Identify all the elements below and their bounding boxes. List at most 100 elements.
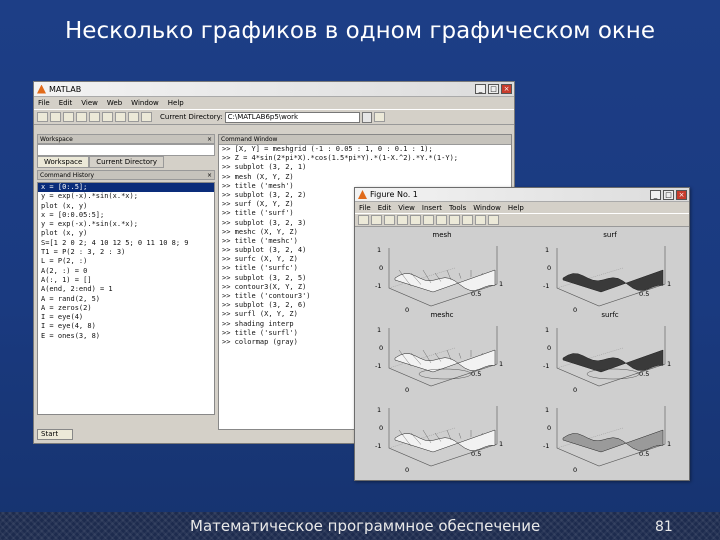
open-icon[interactable] <box>371 215 382 225</box>
subplot-2[interactable]: surf 1 0 -1 0 0.5 1 <box>543 231 677 314</box>
minimize-icon[interactable]: _ <box>650 189 661 200</box>
history-item[interactable]: y = exp(-x).*sin(x.*x); <box>38 192 214 201</box>
history-item[interactable]: A(2, :) = 0 <box>38 267 214 276</box>
close-icon[interactable]: × <box>676 189 687 200</box>
tick-label: 1 <box>377 326 381 334</box>
close-icon[interactable]: × <box>501 84 512 94</box>
surface-plot: 1 0 -1 0 0.5 1 <box>375 406 503 474</box>
figure-menu-file[interactable]: File <box>359 204 371 212</box>
tick-label: 1 <box>499 440 503 448</box>
history-item[interactable]: x = [0:0.05:5]; <box>38 211 214 220</box>
figure-menu-help[interactable]: Help <box>508 204 524 212</box>
select-arrow-icon[interactable] <box>410 215 421 225</box>
current-directory-input[interactable]: C:\MATLAB6p5\work <box>224 111 360 123</box>
figure-menu-view[interactable]: View <box>398 204 415 212</box>
history-item[interactable]: S=[1 2 0 2; 4 10 12 5; 0 11 10 8; 9 <box>38 239 214 248</box>
command-history-header: Command History × <box>37 170 215 180</box>
tick-label: 1 <box>377 246 381 254</box>
menu-help[interactable]: Help <box>168 99 184 107</box>
save-icon[interactable] <box>384 215 395 225</box>
figure-menu-insert[interactable]: Insert <box>422 204 442 212</box>
command-line: >> subplot (3, 2, 1) <box>222 163 307 172</box>
contour-projection <box>418 368 472 380</box>
tick-label: 0 <box>405 386 409 394</box>
workspace-header: Workspace × <box>37 134 215 144</box>
figure-menu-window[interactable]: Window <box>473 204 501 212</box>
subplot-4[interactable]: surfc 1 0 -1 0 0.5 1 <box>543 311 677 394</box>
matlab-toolbar: Current Directory: C:\MATLAB6p5\work <box>34 109 514 125</box>
surface <box>562 269 664 293</box>
menu-web[interactable]: Web <box>107 99 122 107</box>
copy-icon[interactable] <box>76 112 87 122</box>
browse-folder-icon[interactable] <box>373 112 385 122</box>
history-item[interactable]: A = rand(2, 5) <box>38 295 214 304</box>
chevron-down-icon[interactable] <box>361 111 372 123</box>
history-item[interactable]: A(:, 1) = [] <box>38 276 214 285</box>
paste-icon[interactable] <box>89 112 100 122</box>
tick-label: 0 <box>547 264 551 272</box>
simulink-icon[interactable] <box>128 112 139 122</box>
history-item[interactable]: A = zeros(2) <box>38 304 214 313</box>
tick-label: -1 <box>543 362 549 370</box>
new-figure-icon[interactable] <box>358 215 369 225</box>
tab-workspace[interactable]: Workspace <box>37 156 90 168</box>
start-button[interactable]: Start <box>37 429 73 440</box>
figure-menu-tools[interactable]: Tools <box>449 204 466 212</box>
figure-menu-edit[interactable]: Edit <box>378 204 392 212</box>
history-item[interactable]: plot (x, y) <box>38 202 214 211</box>
subplot-6[interactable]: 1 0 -1 0 0.5 1 <box>543 400 677 474</box>
tick-label: 0.5 <box>639 450 649 458</box>
redo-icon[interactable] <box>115 112 126 122</box>
history-item[interactable]: E = ones(3, 8) <box>38 332 214 341</box>
maximize-icon[interactable]: □ <box>488 84 499 94</box>
command-window-title: Command Window <box>221 136 278 143</box>
help-icon[interactable] <box>141 112 152 122</box>
menu-view[interactable]: View <box>81 99 98 107</box>
undo-icon[interactable] <box>102 112 113 122</box>
tab-current-directory[interactable]: Current Directory <box>89 156 165 168</box>
tick-label: 0 <box>379 344 383 352</box>
command-history-list[interactable]: x = [0:.5]; y = exp(-x).*sin(x.*x); plot (… <box>37 182 215 415</box>
contour-projection <box>586 368 640 380</box>
zoom-out-icon[interactable] <box>475 215 486 225</box>
text-insert-icon[interactable] <box>423 215 434 225</box>
arrow-insert-icon[interactable] <box>436 215 447 225</box>
figure-window: Figure No. 1 _ □ × File Edit View Insert… <box>354 187 690 481</box>
matlab-window-title: MATLAB <box>49 84 82 94</box>
subplot-3[interactable]: meshc 1 0 -1 0 0.5 1 <box>375 311 509 394</box>
tick-label: 1 <box>499 360 503 368</box>
close-pane-icon[interactable]: × <box>207 136 214 143</box>
new-file-icon[interactable] <box>37 112 48 122</box>
tick-label: 0 <box>573 466 577 474</box>
history-item[interactable]: I = eye(4) <box>38 313 214 322</box>
workspace-body[interactable] <box>37 144 215 156</box>
history-item[interactable]: T1 = P(2 : 3, 2 : 3) <box>38 248 214 257</box>
surface-plot: 1 0 -1 0 0.5 1 <box>543 326 671 394</box>
history-item[interactable]: y = exp(-x).*sin(x.*x); <box>38 220 214 229</box>
matlab-titlebar[interactable]: MATLAB _ □ × <box>34 82 514 97</box>
rotate-3d-icon[interactable] <box>488 215 499 225</box>
zoom-in-icon[interactable] <box>462 215 473 225</box>
tick-label: 0 <box>573 386 577 394</box>
cut-icon[interactable] <box>63 112 74 122</box>
history-item[interactable]: x = [0:.5]; <box>38 183 214 193</box>
open-file-icon[interactable] <box>50 112 61 122</box>
history-item[interactable]: A(end, 2:end) = 1 <box>38 285 214 294</box>
tick-label: 1 <box>667 280 671 288</box>
menu-edit[interactable]: Edit <box>59 99 73 107</box>
figure-titlebar[interactable]: Figure No. 1 _ □ × <box>355 188 689 202</box>
menu-file[interactable]: File <box>38 99 50 107</box>
subplot-5[interactable]: 1 0 -1 0 0.5 1 <box>375 400 509 474</box>
maximize-icon[interactable]: □ <box>663 189 674 200</box>
menu-window[interactable]: Window <box>131 99 159 107</box>
tick-label: 0.5 <box>639 370 649 378</box>
close-pane-icon[interactable]: × <box>207 172 214 179</box>
line-insert-icon[interactable] <box>449 215 460 225</box>
history-item[interactable]: L = P(2, :) <box>38 257 214 266</box>
subplot-1[interactable]: mesh 1 0 -1 0 0.5 1 <box>375 231 509 314</box>
print-icon[interactable] <box>397 215 408 225</box>
minimize-icon[interactable]: _ <box>475 84 486 94</box>
history-item[interactable]: plot (x, y) <box>38 229 214 238</box>
history-item[interactable]: I = eye(4, 8) <box>38 322 214 331</box>
surface <box>562 349 664 373</box>
